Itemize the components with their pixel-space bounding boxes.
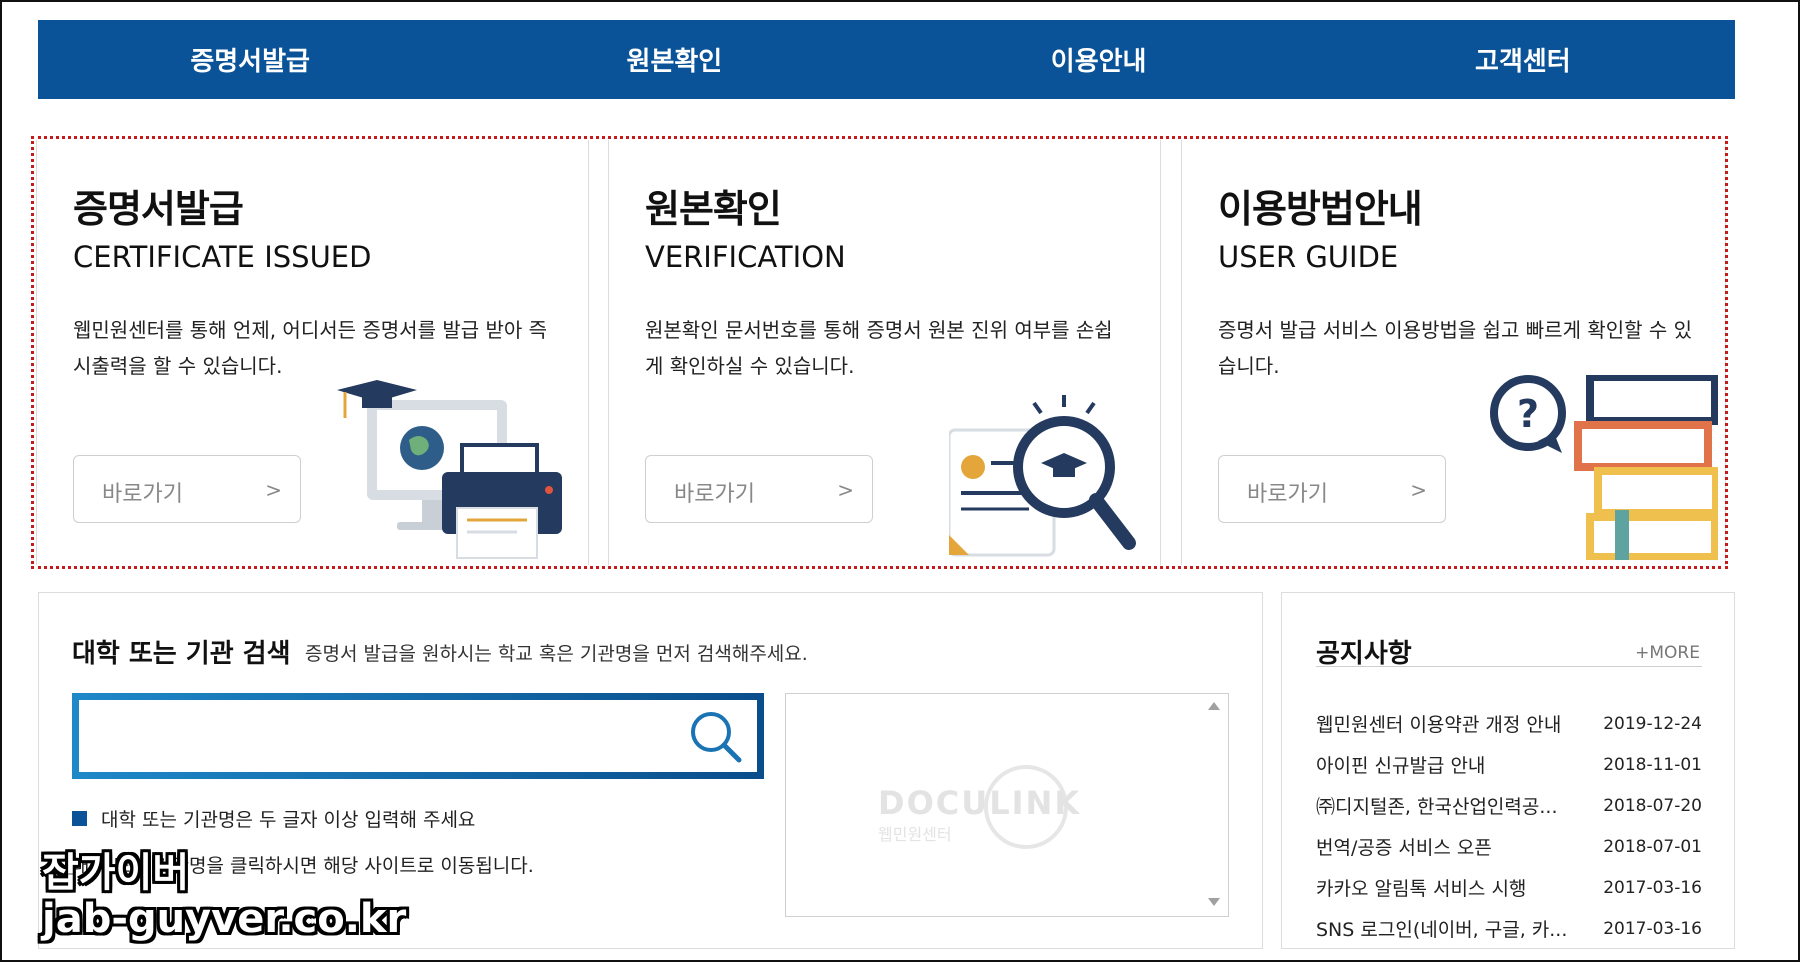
- notice-link[interactable]: 아이핀 신규발급 안내: [1316, 751, 1586, 778]
- notice-panel: 공지사항 +MORE 웹민원센터 이용약관 개정 안내 2019-12-24 아…: [1281, 592, 1735, 949]
- notice-date: 2017-03-16: [1603, 918, 1702, 939]
- notice-row: 아이핀 신규발급 안내 2018-11-01: [1316, 744, 1702, 785]
- notice-list: 웹민원센터 이용약관 개정 안내 2019-12-24 아이핀 신규발급 안내 …: [1316, 703, 1702, 949]
- notice-more-link[interactable]: +MORE: [1635, 643, 1700, 663]
- highlight-outline: [31, 136, 1728, 569]
- search-title: 대학 또는 기관 검색: [72, 639, 291, 669]
- nav-item-customer-center[interactable]: 고객센터: [1311, 20, 1735, 99]
- notice-row: 카카오 알림톡 서비스 시행 2017-03-16: [1316, 867, 1702, 908]
- notice-title: 공지사항: [1316, 639, 1412, 669]
- notice-link[interactable]: ㈜디지털존, 한국산업인력공...: [1316, 792, 1586, 819]
- nav-item-verification[interactable]: 원본확인: [462, 20, 886, 99]
- search-guide-text: 대학 또는 기관명은 두 글자 이상 입력해 주세요: [101, 809, 476, 831]
- notice-link[interactable]: 카카오 알림톡 서비스 시행: [1316, 874, 1586, 901]
- nav-item-certificate[interactable]: 증명서발급: [38, 20, 462, 99]
- nav-item-guide[interactable]: 이용안내: [887, 20, 1311, 99]
- notice-row: 웹민원센터 이용약관 개정 안내 2019-12-24: [1316, 703, 1702, 744]
- notice-link[interactable]: SNS 로그인(네이버, 구글, 카...: [1316, 915, 1586, 942]
- svg-text:DOCULINK: DOCULINK: [878, 784, 1081, 822]
- search-guide-1: 대학 또는 기관명은 두 글자 이상 입력해 주세요: [72, 805, 475, 832]
- notice-link[interactable]: 번역/공증 서비스 오픈: [1316, 833, 1586, 860]
- scroll-down-icon[interactable]: [1208, 898, 1220, 906]
- svg-text:웹민원센터: 웹민원센터: [878, 825, 952, 844]
- search-hint: 증명서 발급을 원하시는 학교 혹은 기관명을 먼저 검색해주세요.: [305, 643, 808, 665]
- search-results-list[interactable]: DOCULINK 웹민원센터: [785, 693, 1229, 917]
- search-input[interactable]: [93, 712, 687, 762]
- scroll-up-icon[interactable]: [1208, 702, 1220, 710]
- main-nav: 증명서발급 원본확인 이용안내 고객센터: [38, 20, 1735, 99]
- notice-row: 번역/공증 서비스 오픈 2018-07-01: [1316, 826, 1702, 867]
- notice-date: 2018-11-01: [1603, 754, 1702, 775]
- divider: [1316, 666, 1702, 667]
- notice-link[interactable]: 웹민원센터 이용약관 개정 안내: [1316, 710, 1586, 737]
- notice-row: SNS 로그인(네이버, 구글, 카... 2017-03-16: [1316, 908, 1702, 949]
- doculink-logo: DOCULINK 웹민원센터: [878, 765, 1081, 849]
- notice-row: ㈜디지털존, 한국산업인력공... 2018-07-20: [1316, 785, 1702, 826]
- bullet-square-icon: [72, 811, 87, 826]
- search-icon[interactable]: [687, 708, 745, 766]
- notice-date: 2019-12-24: [1603, 713, 1702, 734]
- notice-date: 2018-07-20: [1603, 795, 1702, 816]
- watermark-url: jab-guyver.co.kr: [42, 896, 407, 942]
- notice-date: 2017-03-16: [1603, 877, 1702, 898]
- search-box: [72, 693, 764, 779]
- watermark-title: 잡가이버: [42, 850, 190, 896]
- notice-date: 2018-07-01: [1603, 836, 1702, 857]
- watermark: 잡가이버 jab-guyver.co.kr: [42, 850, 406, 942]
